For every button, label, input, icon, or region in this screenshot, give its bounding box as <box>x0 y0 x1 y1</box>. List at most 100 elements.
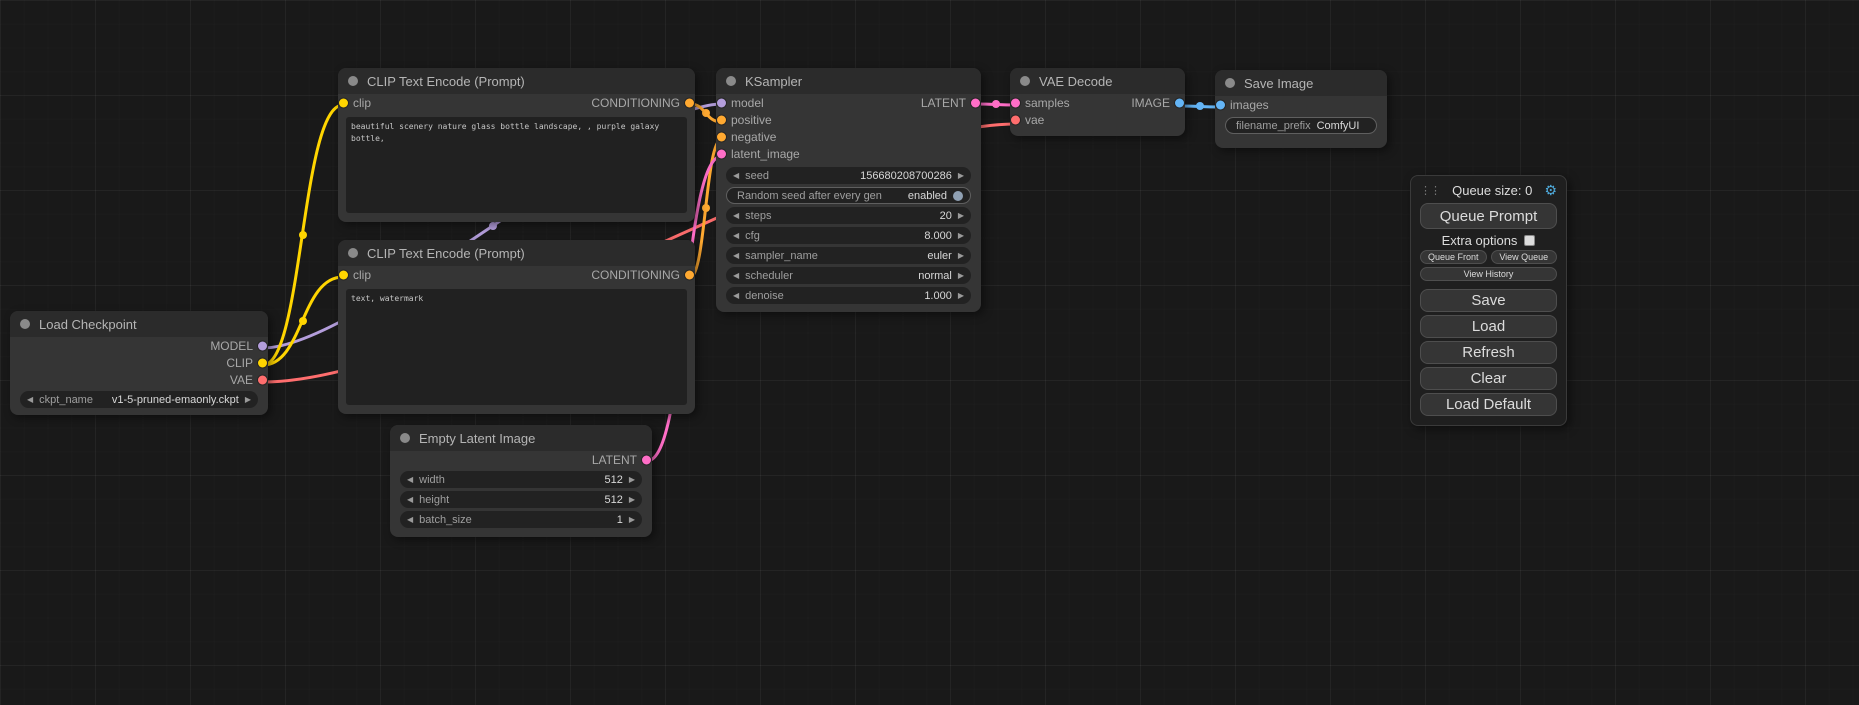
collapse-dot-icon[interactable] <box>1020 76 1030 86</box>
settings-gear-icon[interactable]: ⚙ <box>1544 183 1557 197</box>
widget-label: denoise <box>745 290 784 302</box>
collapse-dot-icon[interactable] <box>348 248 358 258</box>
slot-label: vae <box>1025 113 1044 127</box>
filename-prefix-widget[interactable]: filename_prefix ComfyUI <box>1225 117 1377 134</box>
denoise-widget[interactable]: ◀ denoise 1.000 ▶ <box>726 287 971 304</box>
increment-arrow-icon[interactable]: ▶ <box>629 496 635 504</box>
node-title-bar[interactable]: VAE Decode <box>1010 68 1185 94</box>
steps-widget[interactable]: ◀ steps 20 ▶ <box>726 207 971 224</box>
decrement-arrow-icon[interactable]: ◀ <box>733 212 739 220</box>
slot-label: CONDITIONING <box>591 96 680 110</box>
slot-row: positive <box>716 111 981 128</box>
node-save-image[interactable]: Save Image images filename_prefix ComfyU… <box>1215 70 1387 148</box>
queue-prompt-button[interactable]: Queue Prompt <box>1420 203 1557 229</box>
decrement-arrow-icon[interactable]: ◀ <box>733 232 739 240</box>
slot-negative-input[interactable] <box>717 132 726 141</box>
slot-latent-output[interactable] <box>642 455 651 464</box>
slot-images-input[interactable] <box>1216 100 1225 109</box>
slot-latent-image-input[interactable] <box>717 149 726 158</box>
decrement-arrow-icon[interactable]: ◀ <box>407 516 413 524</box>
node-title-bar[interactable]: Load Checkpoint <box>10 311 268 337</box>
scheduler-widget[interactable]: ◀ scheduler normal ▶ <box>726 267 971 284</box>
slot-row: LATENT <box>390 451 652 468</box>
decrement-arrow-icon[interactable]: ◀ <box>407 496 413 504</box>
widget-value: ComfyUI <box>1317 120 1360 132</box>
node-title: Save Image <box>1244 76 1313 91</box>
increment-arrow-icon[interactable]: ▶ <box>958 272 964 280</box>
widget-value: normal <box>918 270 952 282</box>
collapse-dot-icon[interactable] <box>348 76 358 86</box>
slot-row: vae <box>1010 111 1185 128</box>
sampler-name-widget[interactable]: ◀ sampler_name euler ▶ <box>726 247 971 264</box>
ckpt-name-widget[interactable]: ◀ ckpt_name v1-5-pruned-emaonly.ckpt ▶ <box>20 391 258 408</box>
width-widget[interactable]: ◀ width 512 ▶ <box>400 471 642 488</box>
node-title: CLIP Text Encode (Prompt) <box>367 74 525 89</box>
extra-options-checkbox[interactable] <box>1524 235 1535 246</box>
slot-label: images <box>1230 98 1269 112</box>
decrement-arrow-icon[interactable]: ◀ <box>733 172 739 180</box>
slot-clip-input[interactable] <box>339 270 348 279</box>
seed-widget[interactable]: ◀ seed 156680208700286 ▶ <box>726 167 971 184</box>
decrement-arrow-icon[interactable]: ◀ <box>733 292 739 300</box>
view-history-button[interactable]: View History <box>1420 267 1557 281</box>
queue-front-button[interactable]: Queue Front <box>1420 250 1487 264</box>
slot-model-input[interactable] <box>717 98 726 107</box>
node-title-bar[interactable]: Empty Latent Image <box>390 425 652 451</box>
widget-value: 156680208700286 <box>860 170 952 182</box>
increment-arrow-icon[interactable]: ▶ <box>629 476 635 484</box>
increment-arrow-icon[interactable]: ▶ <box>629 516 635 524</box>
slot-conditioning-output[interactable] <box>685 98 694 107</box>
collapse-dot-icon[interactable] <box>400 433 410 443</box>
node-clip-text-encode-positive[interactable]: CLIP Text Encode (Prompt) clip CONDITION… <box>338 68 695 222</box>
clear-button[interactable]: Clear <box>1420 367 1557 390</box>
slot-samples-input[interactable] <box>1011 98 1020 107</box>
node-clip-text-encode-negative[interactable]: CLIP Text Encode (Prompt) clip CONDITION… <box>338 240 695 414</box>
slot-conditioning-output[interactable] <box>685 270 694 279</box>
slot-model-output[interactable] <box>258 341 267 350</box>
save-button[interactable]: Save <box>1420 289 1557 312</box>
node-title-bar[interactable]: CLIP Text Encode (Prompt) <box>338 68 695 94</box>
node-graph-canvas[interactable]: Load Checkpoint MODEL CLIP VAE ◀ ckpt_na… <box>0 0 1859 705</box>
slot-positive-input[interactable] <box>717 115 726 124</box>
toggle-on-indicator[interactable] <box>953 191 963 201</box>
load-button[interactable]: Load <box>1420 315 1557 338</box>
collapse-dot-icon[interactable] <box>1225 78 1235 88</box>
node-empty-latent-image[interactable]: Empty Latent Image LATENT ◀ width 512 ▶ … <box>390 425 652 537</box>
slot-label: model <box>731 96 764 110</box>
decrement-arrow-icon[interactable]: ◀ <box>733 252 739 260</box>
node-ksampler[interactable]: KSampler model LATENT positive negative … <box>716 68 981 312</box>
increment-arrow-icon[interactable]: ▶ <box>958 212 964 220</box>
batch-size-widget[interactable]: ◀ batch_size 1 ▶ <box>400 511 642 528</box>
slot-image-output[interactable] <box>1175 98 1184 107</box>
node-title-bar[interactable]: KSampler <box>716 68 981 94</box>
refresh-button[interactable]: Refresh <box>1420 341 1557 364</box>
increment-arrow-icon[interactable]: ▶ <box>958 252 964 260</box>
increment-arrow-icon[interactable]: ▶ <box>958 292 964 300</box>
slot-latent-output[interactable] <box>971 98 980 107</box>
collapse-dot-icon[interactable] <box>20 319 30 329</box>
load-default-button[interactable]: Load Default <box>1420 393 1557 416</box>
slot-vae-output[interactable] <box>258 375 267 384</box>
cfg-widget[interactable]: ◀ cfg 8.000 ▶ <box>726 227 971 244</box>
drag-handle-icon[interactable]: ⋮⋮ <box>1420 184 1440 197</box>
increment-arrow-icon[interactable]: ▶ <box>245 396 251 404</box>
node-title-bar[interactable]: CLIP Text Encode (Prompt) <box>338 240 695 266</box>
collapse-dot-icon[interactable] <box>726 76 736 86</box>
prompt-textarea[interactable]: text, watermark <box>346 289 687 405</box>
height-widget[interactable]: ◀ height 512 ▶ <box>400 491 642 508</box>
decrement-arrow-icon[interactable]: ◀ <box>733 272 739 280</box>
slot-label: positive <box>731 113 772 127</box>
node-title-bar[interactable]: Save Image <box>1215 70 1387 96</box>
slot-clip-output[interactable] <box>258 358 267 367</box>
decrement-arrow-icon[interactable]: ◀ <box>27 396 33 404</box>
random-seed-toggle-widget[interactable]: Random seed after every gen enabled <box>726 187 971 204</box>
slot-vae-input[interactable] <box>1011 115 1020 124</box>
increment-arrow-icon[interactable]: ▶ <box>958 172 964 180</box>
view-queue-button[interactable]: View Queue <box>1491 250 1558 264</box>
node-load-checkpoint[interactable]: Load Checkpoint MODEL CLIP VAE ◀ ckpt_na… <box>10 311 268 415</box>
node-vae-decode[interactable]: VAE Decode samples IMAGE vae <box>1010 68 1185 136</box>
slot-clip-input[interactable] <box>339 98 348 107</box>
prompt-textarea[interactable]: beautiful scenery nature glass bottle la… <box>346 117 687 213</box>
decrement-arrow-icon[interactable]: ◀ <box>407 476 413 484</box>
increment-arrow-icon[interactable]: ▶ <box>958 232 964 240</box>
